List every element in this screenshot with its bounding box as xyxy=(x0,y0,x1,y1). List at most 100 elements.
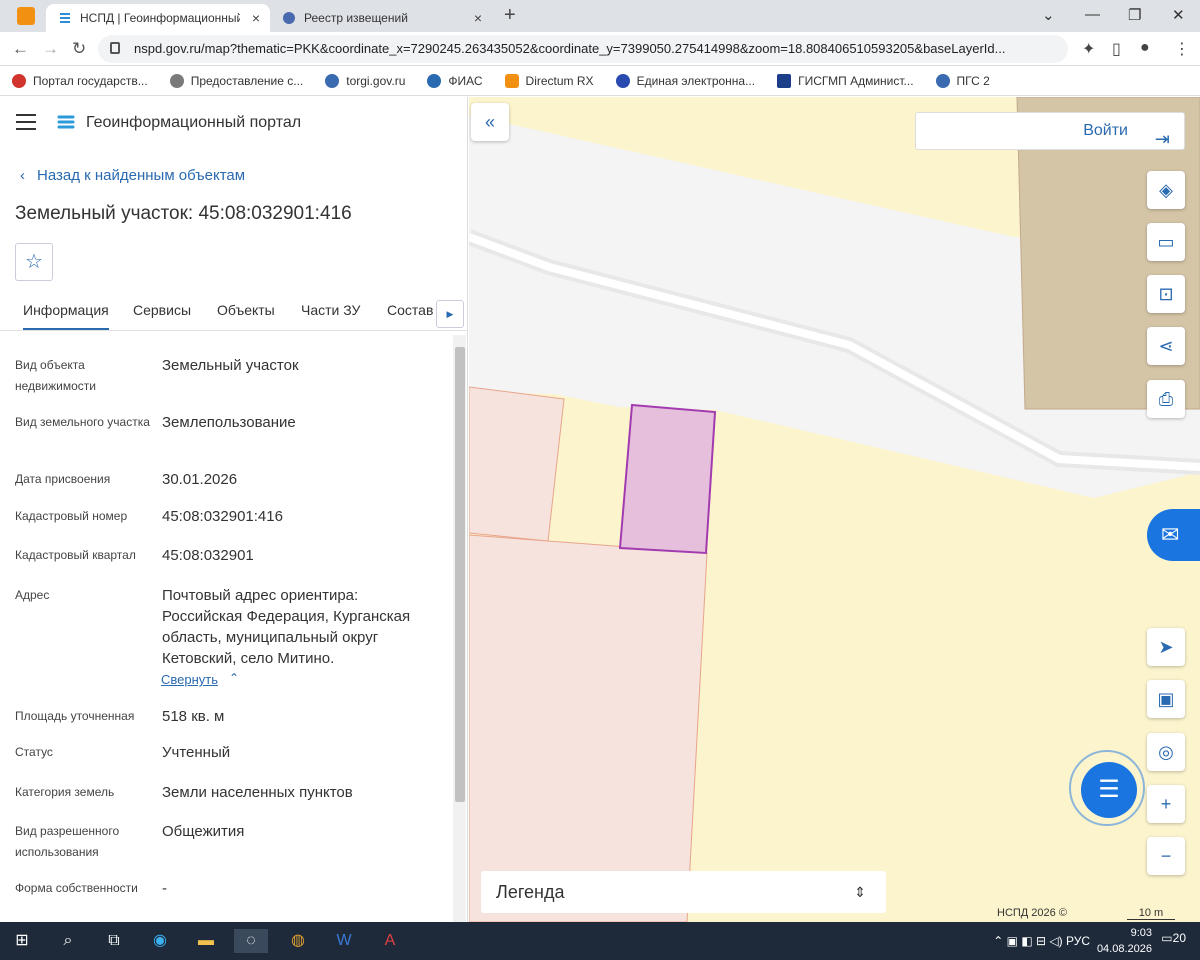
forward-icon[interactable]: → xyxy=(42,39,59,59)
back-icon[interactable]: ← xyxy=(12,39,29,59)
search-location-button[interactable]: ◎ xyxy=(1147,733,1185,771)
row-value: 30.01.2026 xyxy=(162,471,238,488)
row-label: Адрес xyxy=(15,588,50,602)
row-label: Площадь уточненная xyxy=(15,709,135,723)
row-label: Форма собственности xyxy=(15,881,138,895)
torgi-favicon-icon xyxy=(282,11,296,25)
layers-button[interactable]: ◈ xyxy=(1147,171,1185,209)
expand-collapse-icon: ⇕ xyxy=(854,884,866,900)
login-arrow-icon: ⇥ xyxy=(1154,129,1170,149)
edge-icon[interactable]: ◉ xyxy=(148,929,172,953)
file-explorer-icon[interactable]: ▬ xyxy=(194,929,218,953)
minimize-icon[interactable]: — xyxy=(1085,6,1100,23)
info-tabs: Информация Сервисы Объекты Части ЗУ Сост… xyxy=(0,295,467,331)
chat-button[interactable]: ☰ xyxy=(1069,750,1145,826)
restore-icon[interactable]: ❐ xyxy=(1128,6,1141,24)
hamburger-menu-icon[interactable] xyxy=(16,114,36,130)
row-label: Категория земель xyxy=(15,785,115,799)
login-button[interactable]: Войти ⇥ xyxy=(915,112,1185,150)
bookmark-gosuslugi[interactable]: Портал государств... xyxy=(12,73,148,88)
favorite-star-button[interactable]: ☆ xyxy=(15,243,53,281)
sidebar-icon[interactable]: ▯ xyxy=(1112,39,1121,59)
task-view-icon[interactable]: ⧉ xyxy=(102,929,126,953)
minimap-icon: ▣ xyxy=(1157,689,1175,709)
print-button[interactable]: ⎙ xyxy=(1147,380,1185,418)
back-to-results-link[interactable]: ‹ Назад к найденным объектам xyxy=(20,167,245,184)
bookmark-icon xyxy=(615,73,630,88)
row-value: Земли населенных пунктов xyxy=(162,784,353,801)
legend-dropdown[interactable]: Легенда ⇕ xyxy=(481,871,886,913)
tab-close-icon[interactable]: × xyxy=(474,10,482,26)
tab-nspd[interactable]: НСПД | Геоинформационный п × xyxy=(46,4,270,32)
menu-icon[interactable]: ⋮ xyxy=(1174,39,1190,59)
collapse-panel-button[interactable]: « xyxy=(471,103,509,141)
chevron-left-icon: ‹ xyxy=(20,167,25,184)
bookmark-unified[interactable]: Единая электронна... xyxy=(615,73,755,88)
object-info-panel: Геоинформационный портал ‹ Назад к найден… xyxy=(0,97,468,922)
row-label: Вид разрешенного использования xyxy=(15,824,120,859)
new-tab-button[interactable]: + xyxy=(504,4,516,27)
yandex-app-icon[interactable] xyxy=(17,7,35,25)
navigation-arrow-icon: ➤ xyxy=(1158,637,1174,657)
clock[interactable]: 9:03 04.08.2026 xyxy=(1097,925,1152,957)
tab-search-icon[interactable]: ⌄ xyxy=(1042,6,1055,24)
cadastral-map[interactable]: « Войти ⇥ ◈ ▭ ⊡ ⋖ ⎙ ✉ ➤ ▣ ◎ + − ☰ Легенд… xyxy=(469,97,1200,922)
chevron-up-icon[interactable]: ⌃ xyxy=(229,671,239,685)
yandex-browser-icon[interactable]: ◌ xyxy=(234,929,268,953)
row-value: Почтовый адрес ориентира: Российская Фед… xyxy=(162,587,411,667)
row-value: Общежития xyxy=(162,823,245,840)
bookmark-pgs2[interactable]: ПГС 2 xyxy=(935,73,990,88)
address-field[interactable]: nspd.gov.ru/map?thematic=PKK&coordinate_… xyxy=(98,35,1068,63)
geolocation-button[interactable]: ➤ xyxy=(1147,628,1185,666)
notifications-icon[interactable]: ▭20 xyxy=(1161,931,1186,945)
panel-scrollbar-thumb[interactable] xyxy=(455,347,465,802)
star-icon: ☆ xyxy=(25,251,43,273)
tab-composition[interactable]: Состав xyxy=(387,302,433,328)
bookmark-services[interactable]: Предоставление с... xyxy=(169,73,303,88)
row-value: 518 кв. м xyxy=(162,708,225,725)
address-toolbar: ← → ↻ nspd.gov.ru/map?thematic=PKK&coord… xyxy=(0,32,1200,66)
share-button[interactable]: ⋖ xyxy=(1147,327,1185,365)
tab-information[interactable]: Информация xyxy=(23,302,109,330)
word-icon[interactable]: W xyxy=(332,929,356,953)
search-icon[interactable]: ⌕ xyxy=(56,929,80,953)
minimap-button[interactable]: ▣ xyxy=(1147,680,1185,718)
bookmark-gisgmp[interactable]: ГИСГМП Админист... xyxy=(777,73,914,88)
extensions-icon[interactable]: ✦ xyxy=(1082,39,1095,59)
bookmark-torgi[interactable]: torgi.gov.ru xyxy=(325,73,405,88)
close-window-icon[interactable]: ✕ xyxy=(1172,6,1185,24)
profile-icon[interactable]: ● xyxy=(1140,39,1150,57)
url-text: nspd.gov.ru/map?thematic=PKK&coordinate_… xyxy=(134,41,1006,56)
tab-close-icon[interactable]: × xyxy=(252,10,260,26)
chrome-icon[interactable]: ◍ xyxy=(286,929,310,953)
feedback-icon: ✉ xyxy=(1161,522,1180,547)
tab-registry[interactable]: Реестр извещений × xyxy=(272,4,492,32)
reload-icon[interactable]: ↻ xyxy=(72,39,86,59)
tabs-scroll-right-button[interactable]: ▶ xyxy=(436,300,464,328)
acrobat-icon[interactable]: A xyxy=(378,929,402,953)
double-chevron-left-icon: « xyxy=(484,112,495,132)
zoom-in-button[interactable]: + xyxy=(1147,785,1185,823)
neighbor-parcel xyxy=(469,534,708,922)
collapse-address-link[interactable]: Свернуть xyxy=(161,672,218,687)
printer-icon: ⎙ xyxy=(1158,389,1174,409)
bookmark-directum[interactable]: Directum RX xyxy=(504,73,594,88)
gosuslugi-feedback-button[interactable]: ✉ xyxy=(1147,509,1200,561)
windows-start-icon[interactable]: ⊞ xyxy=(10,929,34,953)
bookmark-icon xyxy=(504,73,519,88)
windows-taskbar: ⊞ ⌕ ⧉ ◉ ▬ ◌ ◍ W A ⌃ ▣ ◧ ⊟ ◁) РУС 9:03 04… xyxy=(0,922,1200,960)
object-title: Земельный участок: 45:08:032901:416 xyxy=(15,203,352,224)
system-tray[interactable]: ⌃ ▣ ◧ ⊟ ◁) РУС xyxy=(993,934,1090,948)
zoom-out-button[interactable]: − xyxy=(1147,837,1185,875)
tab-objects[interactable]: Объекты xyxy=(217,302,275,328)
portal-logo-icon xyxy=(57,115,75,129)
bookmark-icon xyxy=(12,73,26,88)
chat-bubble-icon: ☰ xyxy=(1081,762,1137,818)
area-search-button[interactable]: ⊡ xyxy=(1147,275,1185,313)
bookmarks-bar: Портал государств... Предоставление с...… xyxy=(0,66,1200,96)
browser-tab-bar: НСПД | Геоинформационный п × Реестр изве… xyxy=(0,0,1200,32)
ruler-button[interactable]: ▭ xyxy=(1147,223,1185,261)
tab-services[interactable]: Сервисы xyxy=(133,302,191,328)
bookmark-fias[interactable]: ФИАС xyxy=(427,73,483,88)
tab-parts[interactable]: Части ЗУ xyxy=(301,302,360,328)
